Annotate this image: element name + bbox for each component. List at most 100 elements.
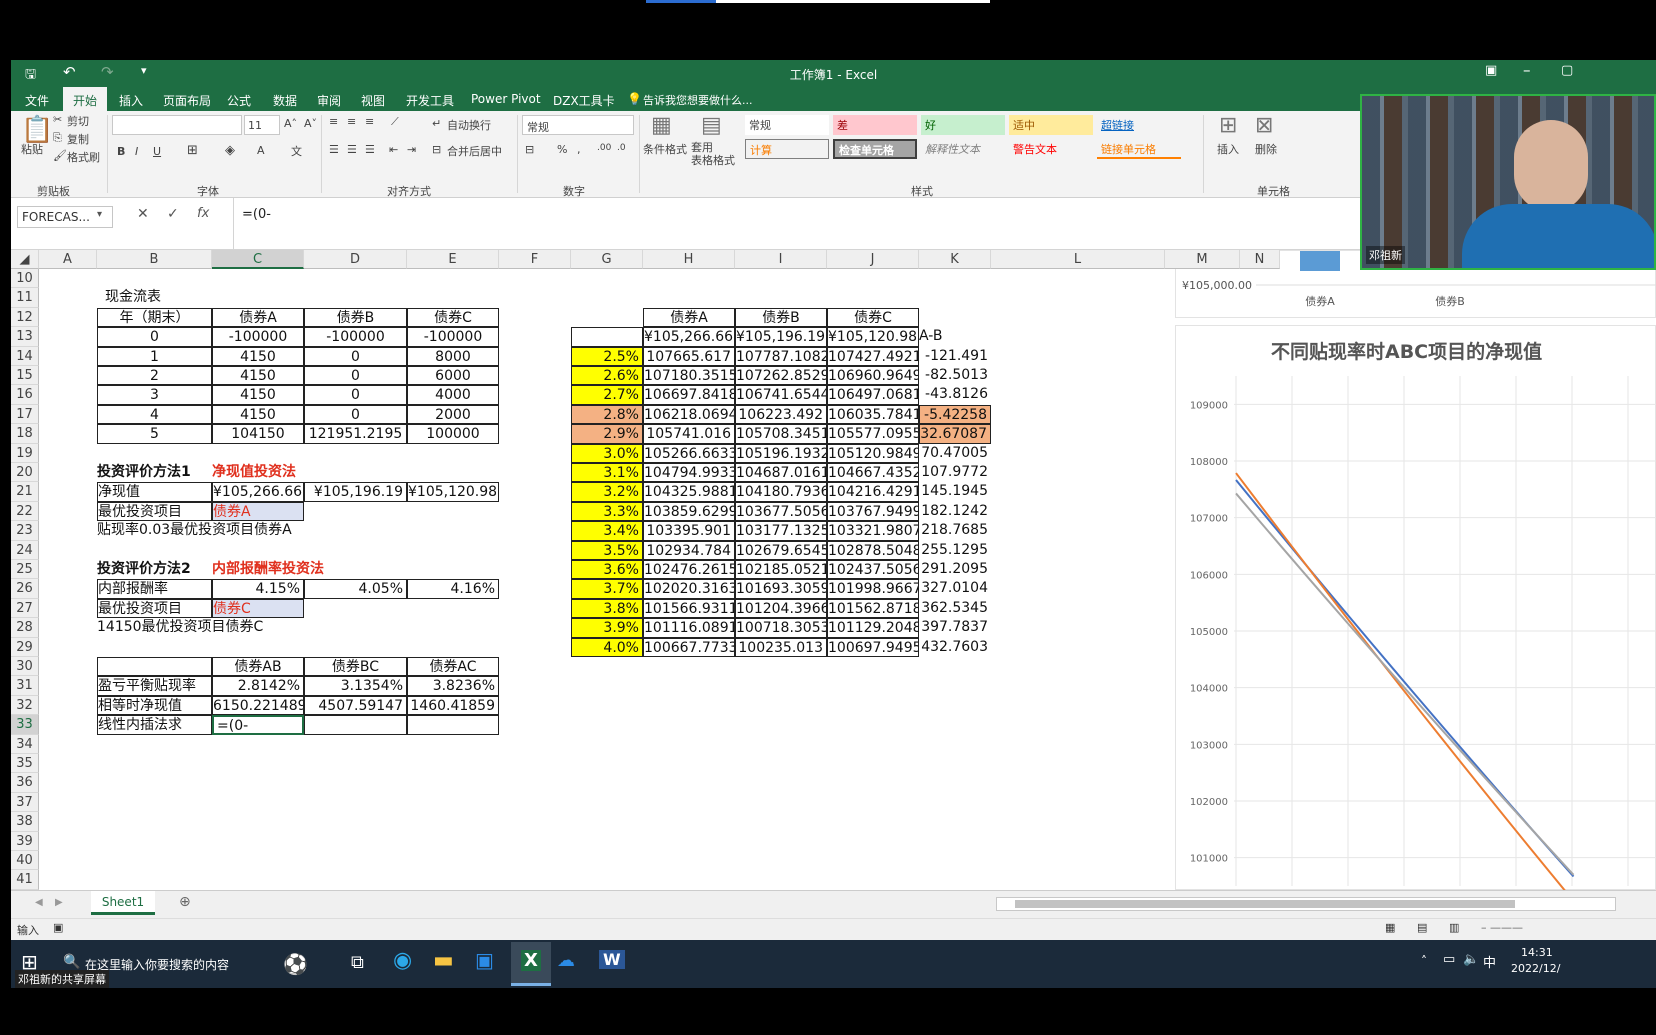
- row-header-16[interactable]: 16: [11, 385, 39, 405]
- align-left-icon[interactable]: ☰: [329, 143, 339, 156]
- style-explain[interactable]: 解释性文本: [921, 139, 1005, 159]
- row-header-20[interactable]: 20: [11, 463, 39, 483]
- borders-icon[interactable]: ⊞: [187, 143, 198, 158]
- grow-font-icon[interactable]: A˄: [284, 117, 297, 130]
- file-explorer-icon[interactable]: ▬: [433, 948, 454, 973]
- style-good[interactable]: 好: [921, 115, 1005, 135]
- sheet-tab-sheet1[interactable]: Sheet1: [91, 891, 155, 915]
- increase-indent-icon[interactable]: ⇥: [407, 143, 416, 156]
- tab-page-layout[interactable]: 页面布局: [163, 92, 211, 109]
- tell-me-search[interactable]: 告诉我您想要做什么...: [643, 92, 753, 108]
- copy-button[interactable]: 复制: [67, 131, 89, 147]
- tab-power-pivot[interactable]: Power Pivot: [471, 92, 541, 106]
- delete-cells-button[interactable]: 删除: [1255, 141, 1277, 157]
- page-layout-view-icon[interactable]: ▤: [1417, 921, 1427, 934]
- column-header-J[interactable]: J: [827, 250, 919, 269]
- store-icon[interactable]: ▣: [475, 948, 494, 972]
- active-cell-C33[interactable]: =(0-: [212, 715, 304, 735]
- volume-icon[interactable]: 🔈: [1463, 952, 1479, 967]
- maximize-icon[interactable]: ▢: [1561, 63, 1573, 78]
- select-all-corner[interactable]: ◢: [11, 250, 39, 269]
- row-header-34[interactable]: 34: [11, 734, 39, 754]
- network-icon[interactable]: ▭: [1443, 952, 1455, 967]
- row-header-40[interactable]: 40: [11, 851, 39, 871]
- row-header-12[interactable]: 12: [11, 307, 39, 328]
- insert-cells-button[interactable]: 插入: [1217, 141, 1239, 157]
- format-as-table-button[interactable]: 套用 表格格式: [691, 141, 741, 167]
- percent-icon[interactable]: %: [557, 143, 567, 156]
- row-header-19[interactable]: 19: [11, 443, 39, 463]
- column-header-L[interactable]: L: [991, 250, 1165, 269]
- row-header-32[interactable]: 32: [11, 695, 39, 716]
- task-view-icon[interactable]: ⧉: [351, 952, 364, 973]
- comma-icon[interactable]: ,: [577, 143, 581, 156]
- shrink-font-icon[interactable]: A˅: [304, 117, 317, 130]
- column-header-D[interactable]: D: [304, 250, 407, 269]
- tab-dzx[interactable]: DZX工具卡: [553, 92, 615, 109]
- tab-insert[interactable]: 插入: [119, 92, 143, 109]
- row-header-33[interactable]: 33: [11, 715, 39, 735]
- row-header-13[interactable]: 13: [11, 327, 39, 347]
- tab-home[interactable]: 开始: [63, 87, 108, 111]
- row-header-37[interactable]: 37: [11, 792, 39, 813]
- minimize-icon[interactable]: –: [1523, 61, 1531, 79]
- app-icon[interactable]: ⚽: [283, 952, 308, 976]
- fill-color-icon[interactable]: ◈: [225, 143, 235, 158]
- conditional-format-button[interactable]: 条件格式: [643, 141, 687, 157]
- row-header-25[interactable]: 25: [11, 560, 39, 580]
- tab-file[interactable]: 文件: [25, 92, 49, 109]
- style-hyperlink[interactable]: 超链接: [1097, 115, 1181, 135]
- line-chart-npv-by-rate[interactable]: 不同贴现率时ABC项目的净现值 109000 108000 107000 106000 1…: [1175, 325, 1656, 890]
- decrease-decimal-icon[interactable]: .0: [617, 143, 626, 153]
- row-header-24[interactable]: 24: [11, 540, 39, 560]
- ime-indicator[interactable]: 中: [1483, 952, 1496, 971]
- row-header-41[interactable]: 41: [11, 870, 39, 890]
- wrap-text-button[interactable]: 自动换行: [447, 117, 491, 133]
- row-header-18[interactable]: 18: [11, 424, 39, 444]
- align-right-icon[interactable]: ☰: [365, 143, 375, 156]
- style-check[interactable]: 检查单元格: [833, 139, 917, 159]
- row-header-30[interactable]: 30: [11, 657, 39, 677]
- font-color-icon[interactable]: A: [257, 144, 265, 157]
- italic-icon[interactable]: I: [135, 145, 138, 158]
- number-format-select[interactable]: 常规: [522, 115, 634, 135]
- cancel-entry-icon[interactable]: ✕: [137, 206, 149, 222]
- column-header-G[interactable]: G: [571, 250, 643, 269]
- insert-function-icon[interactable]: fx: [197, 206, 209, 221]
- column-header-I[interactable]: I: [735, 250, 827, 269]
- page-break-view-icon[interactable]: ▥: [1449, 921, 1459, 934]
- tab-data[interactable]: 数据: [273, 92, 297, 109]
- style-calc[interactable]: 计算: [745, 139, 829, 159]
- phonetic-icon[interactable]: 文: [291, 143, 302, 159]
- row-header-15[interactable]: 15: [11, 366, 39, 386]
- align-middle-icon[interactable]: ≡: [347, 115, 356, 128]
- normal-view-icon[interactable]: ▦: [1385, 921, 1395, 934]
- tab-developer[interactable]: 开发工具: [406, 92, 454, 109]
- row-header-31[interactable]: 31: [11, 676, 39, 696]
- row-header-17[interactable]: 17: [11, 404, 39, 425]
- format-painter-button[interactable]: 格式刷: [67, 149, 100, 165]
- name-box-dropdown-icon[interactable]: ▾: [97, 209, 102, 220]
- style-bad[interactable]: 差: [833, 115, 917, 135]
- decrease-indent-icon[interactable]: ⇤: [389, 143, 398, 156]
- align-top-icon[interactable]: ≡: [329, 115, 338, 128]
- merge-center-button[interactable]: 合并后居中: [447, 143, 502, 159]
- ribbon-display-icon[interactable]: ▣: [1485, 63, 1497, 78]
- sheet-scroll-left-icon[interactable]: ◀: [35, 897, 43, 908]
- column-header-M[interactable]: M: [1165, 250, 1240, 269]
- excel-taskbar-icon[interactable]: X: [511, 942, 551, 986]
- column-header-E[interactable]: E: [407, 250, 499, 269]
- zoom-slider[interactable]: – ———: [1481, 921, 1523, 934]
- word-taskbar-icon[interactable]: W: [599, 950, 625, 969]
- row-header-35[interactable]: 35: [11, 754, 39, 774]
- font-name-select[interactable]: [112, 115, 242, 135]
- row-header-10[interactable]: 10: [11, 269, 39, 289]
- edge-icon[interactable]: ◉: [393, 948, 412, 973]
- bold-icon[interactable]: B: [117, 145, 125, 158]
- style-normal[interactable]: 常规: [745, 115, 829, 135]
- row-header-27[interactable]: 27: [11, 598, 39, 619]
- row-header-14[interactable]: 14: [11, 346, 39, 366]
- column-header-A[interactable]: A: [39, 250, 97, 269]
- font-size-select[interactable]: 11: [244, 115, 280, 135]
- tab-review[interactable]: 审阅: [317, 92, 341, 109]
